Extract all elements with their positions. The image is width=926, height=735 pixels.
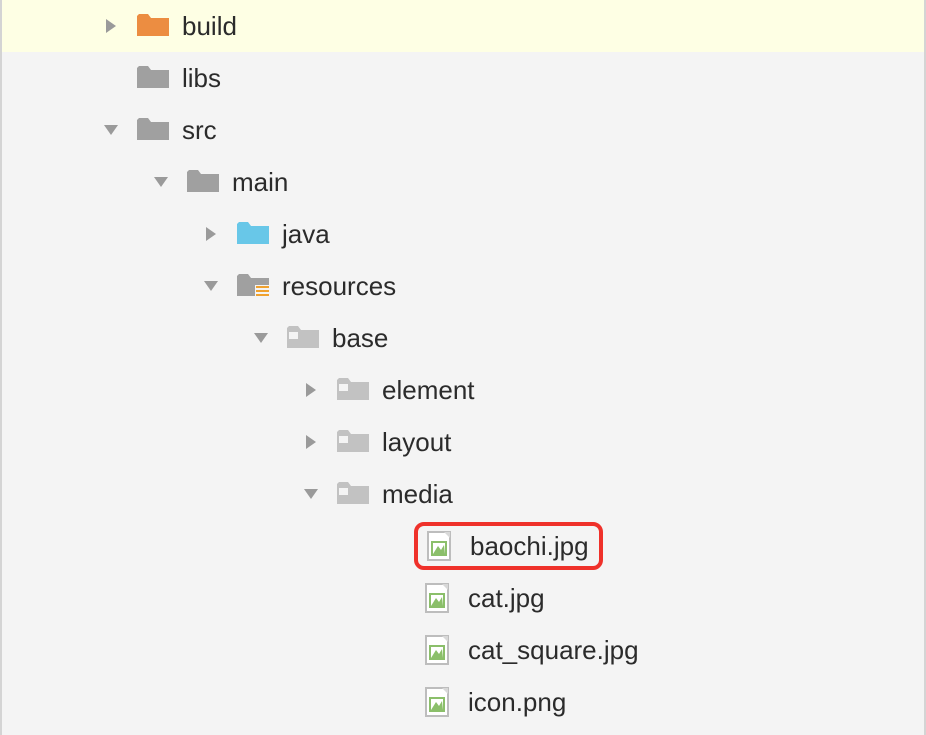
image-file-icon <box>422 583 456 613</box>
folder-icon <box>136 115 170 145</box>
tree-item-label: layout <box>382 429 451 455</box>
folder-icon <box>136 11 170 41</box>
tree-item[interactable]: element <box>2 364 924 416</box>
chevron-down-icon[interactable] <box>300 483 322 505</box>
tree-item-label: resources <box>282 273 396 299</box>
file-tree-panel: build libs srcmain java resources base element… <box>0 0 926 735</box>
folder-icon <box>336 427 370 457</box>
resources-folder-icon <box>236 271 270 301</box>
tree-item-label: cat_square.jpg <box>468 637 639 663</box>
tree-item[interactable]: base <box>2 312 924 364</box>
chevron-right-icon[interactable] <box>300 431 322 453</box>
chevron-down-icon[interactable] <box>200 275 222 297</box>
tree-item[interactable]: java <box>2 208 924 260</box>
tree-item-label: libs <box>182 65 221 91</box>
tree-item-label: icon.png <box>468 689 566 715</box>
tree-item[interactable]: src <box>2 104 924 156</box>
tree-item[interactable]: libs <box>2 52 924 104</box>
folder-icon <box>186 167 220 197</box>
folder-icon <box>236 219 270 249</box>
chevron-right-icon[interactable] <box>300 379 322 401</box>
tree-item[interactable]: build <box>2 0 924 52</box>
chevron-down-icon[interactable] <box>100 119 122 141</box>
chevron-right-icon[interactable] <box>100 15 122 37</box>
chevron-down-icon[interactable] <box>250 327 272 349</box>
folder-icon <box>136 63 170 93</box>
image-file-icon <box>422 687 456 717</box>
chevron-right-icon[interactable] <box>200 223 222 245</box>
chevron-down-icon[interactable] <box>150 171 172 193</box>
tree-item-label: media <box>382 481 453 507</box>
highlight-box: baochi.jpg <box>414 522 603 570</box>
tree-item-label: java <box>282 221 330 247</box>
tree-item-label: cat.jpg <box>468 585 545 611</box>
tree-item[interactable]: icon.png <box>2 676 924 728</box>
image-file-icon <box>422 635 456 665</box>
image-file-icon <box>424 531 458 561</box>
tree-item-label: element <box>382 377 475 403</box>
folder-icon <box>336 375 370 405</box>
tree-item-label: main <box>232 169 288 195</box>
tree-item-label: build <box>182 13 237 39</box>
tree-item[interactable]: baochi.jpg <box>2 520 924 572</box>
tree-item[interactable]: media <box>2 468 924 520</box>
tree-item[interactable]: cat.jpg <box>2 572 924 624</box>
tree-item-label: src <box>182 117 217 143</box>
tree-item[interactable]: resources <box>2 260 924 312</box>
file-tree[interactable]: build libs srcmain java resources base element… <box>2 0 924 728</box>
tree-item[interactable]: main <box>2 156 924 208</box>
folder-icon <box>336 479 370 509</box>
tree-item-label: base <box>332 325 388 351</box>
tree-item-label: baochi.jpg <box>470 533 589 559</box>
tree-item[interactable]: cat_square.jpg <box>2 624 924 676</box>
folder-icon <box>286 323 320 353</box>
tree-item[interactable]: layout <box>2 416 924 468</box>
